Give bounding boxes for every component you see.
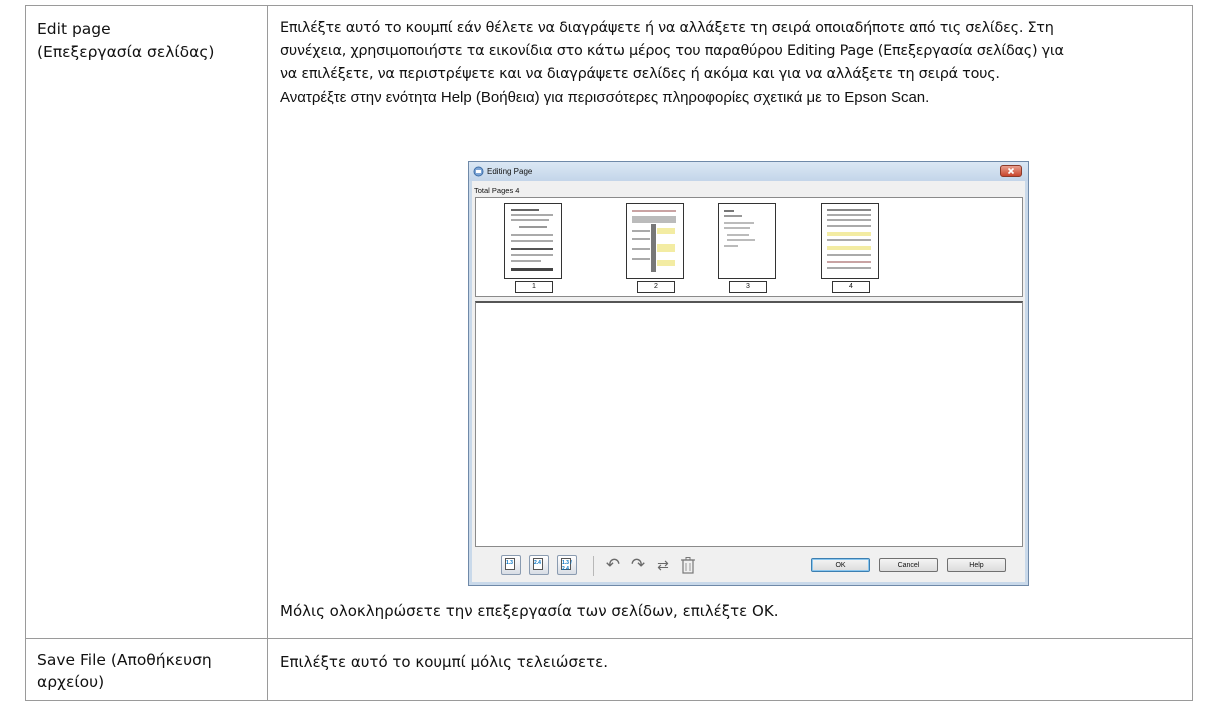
- dialog-titlebar: Editing Page: [469, 162, 1028, 181]
- label-line: Edit page: [37, 20, 111, 38]
- delete-icon[interactable]: [678, 555, 698, 575]
- description-line: συνέχεια, χρησιμοποιήστε τα εικονίδια στ…: [280, 43, 1064, 59]
- table-row-edit-page: Edit page (Επεξεργασία σελίδας) Επιλέξτε…: [25, 5, 1193, 639]
- dialog-title: Editing Page: [487, 167, 533, 176]
- description-cell-save-file: Επιλέξτε αυτό το κουμπί μόλις τελειώσετε…: [267, 638, 1193, 701]
- label-line: (Επεξεργασία σελίδας): [37, 43, 215, 61]
- select-even-pages-button[interactable]: 2.4: [529, 555, 549, 575]
- trash-icon: [681, 557, 695, 574]
- page-number: 1: [515, 281, 553, 293]
- toolbar-separator: [593, 556, 594, 576]
- rotate-right-icon[interactable]: ↷: [628, 555, 648, 575]
- page-preview: [821, 203, 879, 279]
- reorder-icon[interactable]: ⇄: [653, 555, 673, 575]
- close-icon: [1007, 167, 1015, 175]
- save-file-description: Επιλέξτε αυτό το κουμπί μόλις τελειώσετε…: [280, 653, 609, 671]
- dialog-client: Total Pages 4 1 2 3 4 1.3 2.4 1.3 / 2.4 …: [472, 181, 1025, 582]
- thumbnail-strip: 1 2 3 4: [475, 197, 1023, 297]
- description-paragraph: Επιλέξτε αυτό το κουμπί εάν θέλετε να δι…: [280, 17, 1180, 109]
- dialog-toolbar: 1.3 2.4 1.3 / 2.4 ↶ ↷ ⇄ OK Cancel Help: [475, 551, 1023, 583]
- close-button[interactable]: [1000, 165, 1022, 177]
- completion-note: Μόλις ολοκληρώσετε την επεξεργασία των σ…: [280, 602, 779, 620]
- rotate-left-icon[interactable]: ↶: [603, 555, 623, 575]
- page-thumbnail[interactable]: 2: [626, 203, 684, 293]
- select-odd-pages-button[interactable]: 1.3: [501, 555, 521, 575]
- instruction-table: Edit page (Επεξεργασία σελίδας) Επιλέξτε…: [25, 5, 1193, 701]
- editing-page-dialog: Editing Page Total Pages 4 1 2 3 4 1.3 2…: [468, 161, 1029, 586]
- description-line: να επιλέξετε, να περιστρέψετε και να δια…: [280, 66, 1000, 82]
- description-line: Ανατρέξτε στην ενότητα Help (Βοήθεια) γι…: [280, 89, 930, 106]
- label-line: αρχείου): [37, 673, 105, 691]
- label-cell-edit-page: Edit page (Επεξεργασία σελίδας): [25, 5, 268, 639]
- table-row-save-file: Save File (Αποθήκευση αρχείου) Επιλέξτε …: [25, 638, 1193, 701]
- cancel-button[interactable]: Cancel: [879, 558, 938, 572]
- page-number: 4: [832, 281, 870, 293]
- page-thumbnail[interactable]: 4: [821, 203, 879, 293]
- page-thumbnail[interactable]: 1: [504, 203, 562, 293]
- select-all-pages-button[interactable]: 1.3 / 2.4: [557, 555, 577, 575]
- label-line: Save File (Αποθήκευση: [37, 651, 212, 669]
- description-cell-edit-page: Επιλέξτε αυτό το κουμπί εάν θέλετε να δι…: [267, 5, 1193, 639]
- page-work-area[interactable]: [475, 301, 1023, 547]
- ok-button[interactable]: OK: [811, 558, 870, 572]
- page-preview: [626, 203, 684, 279]
- page-thumbnail[interactable]: 3: [718, 203, 776, 293]
- page-preview: [504, 203, 562, 279]
- app-icon: [473, 166, 484, 177]
- help-button[interactable]: Help: [947, 558, 1006, 572]
- page-number: 2: [637, 281, 675, 293]
- page-number: 3: [729, 281, 767, 293]
- total-pages-label: Total Pages 4: [474, 186, 520, 195]
- label-cell-save-file: Save File (Αποθήκευση αρχείου): [25, 638, 268, 701]
- page-preview: [718, 203, 776, 279]
- description-line: Επιλέξτε αυτό το κουμπί εάν θέλετε να δι…: [280, 20, 1054, 36]
